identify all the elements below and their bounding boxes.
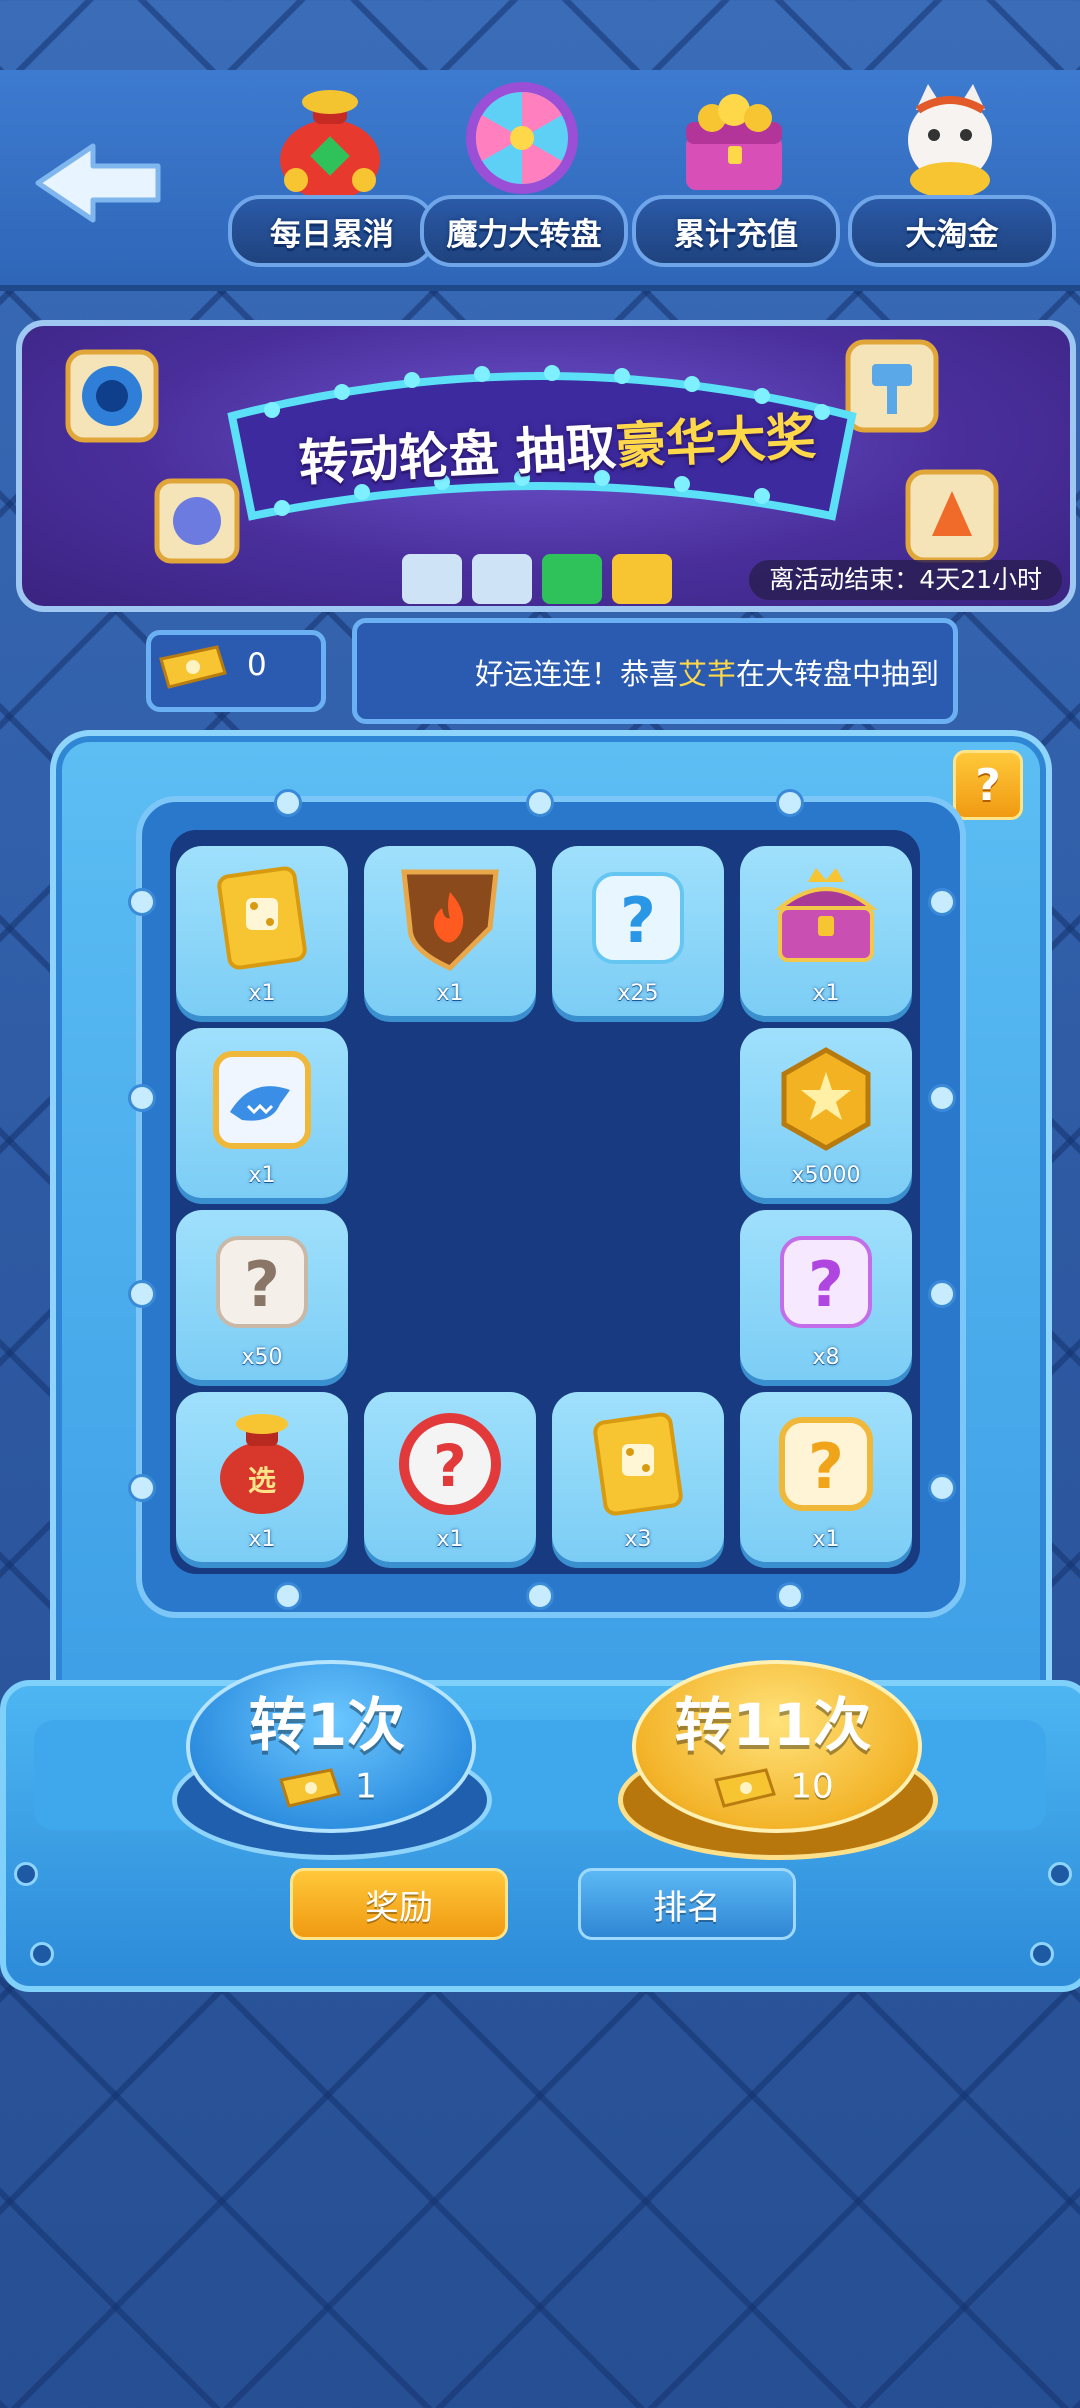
ticket-icon (159, 645, 227, 689)
nav-label: 魔力大转盘 (420, 195, 628, 267)
nav-label: 大淘金 (848, 195, 1056, 267)
prize-cell: x1 (364, 846, 536, 1016)
frame-light (128, 1474, 156, 1502)
frame-light (128, 888, 156, 916)
wheel-icon (466, 82, 578, 194)
prize-cell: 选 x1 (176, 1392, 348, 1562)
frame-light (928, 1280, 956, 1308)
top-nav-bar: 每日累消 魔力大转盘 累计充值 大淘金 (0, 70, 1080, 291)
ticket-icon (279, 1768, 342, 1808)
spin-once-cost: 1 (172, 1766, 482, 1810)
mystery-box-white-icon: ? (216, 1236, 308, 1328)
event-timer: 离活动结束：4天21小时 (749, 560, 1062, 600)
svg-text:选: 选 (248, 1464, 276, 1497)
frame-light (526, 789, 554, 817)
help-button[interactable]: ? (953, 750, 1023, 820)
ticket-icon (714, 1768, 777, 1808)
mystery-box-gold-icon: ? (779, 1417, 873, 1511)
treasure-chest-icon (686, 94, 782, 190)
prize-cell: ? x1 (740, 1392, 912, 1562)
screw (1048, 1862, 1072, 1886)
frame-light (928, 1474, 956, 1502)
frame-light (776, 1582, 804, 1610)
screw (30, 1942, 54, 1966)
prize-cell: x1 (176, 1028, 348, 1198)
frame-light (128, 1280, 156, 1308)
nav-label: 每日累消 (228, 195, 436, 267)
screw (14, 1862, 38, 1886)
prize-cell: ? x8 (740, 1210, 912, 1380)
back-button[interactable] (28, 128, 168, 238)
prize-cell: ? x1 (364, 1392, 536, 1562)
spin-once-button[interactable]: 转1次 1 (172, 1660, 492, 1860)
frame-light (274, 789, 302, 817)
svg-text:?: ? (433, 1432, 467, 1500)
back-arrow-icon (35, 143, 161, 223)
spin-eleven-button[interactable]: 转11次 10 (618, 1660, 938, 1860)
gold-coin-icon (781, 1047, 871, 1151)
screw (1030, 1942, 1054, 1966)
spin-eleven-cost: 10 (618, 1766, 928, 1810)
prize-cell: x3 (552, 1392, 724, 1562)
mystery-box-blue-icon: ? (592, 872, 684, 964)
frame-light (526, 1582, 554, 1610)
frame-light (274, 1582, 302, 1610)
banner-item-strip (402, 554, 672, 604)
ticket-counter: 0 (146, 630, 326, 712)
frame-light (928, 888, 956, 916)
svg-text:?: ? (808, 1248, 844, 1321)
mystery-box-purple-icon: ? (780, 1236, 872, 1328)
svg-text:?: ? (244, 1248, 280, 1321)
shark-card-icon (213, 1051, 311, 1149)
lucky-bag-icon: 选 (220, 1414, 304, 1514)
svg-text:?: ? (620, 884, 656, 957)
money-bag-icon (280, 90, 380, 200)
event-banner[interactable]: 转动轮盘 抽取豪华大奖 离活动结束：4天21小时 (16, 320, 1076, 612)
fox-card-icon (905, 469, 999, 563)
treasure-chest-icon (774, 868, 878, 962)
prize-cell: ? x50 (176, 1210, 348, 1380)
nav-label: 累计充值 (632, 195, 840, 267)
mystery-ball-red-icon: ? (399, 1413, 501, 1515)
frame-light (128, 1084, 156, 1112)
lucky-cat-icon (908, 84, 992, 198)
winner-marquee: 好运连连！恭喜艾芊在大转盘中抽到 (352, 618, 958, 724)
dice-card-icon (593, 1412, 683, 1516)
prize-cell: x1 (740, 846, 912, 1016)
dice-card-icon (217, 866, 307, 970)
ticket-count: 0 (247, 647, 267, 683)
spin-once-label: 转1次 (248, 1691, 406, 1759)
fire-shield-icon (401, 869, 499, 971)
swirl-card-icon (65, 349, 159, 443)
prize-cell: x5000 (740, 1028, 912, 1198)
rewards-button[interactable]: 奖励 (290, 1868, 508, 1940)
ranking-button[interactable]: 排名 (578, 1868, 796, 1940)
prize-cell: ? x25 (552, 846, 724, 1016)
svg-text:?: ? (808, 1430, 844, 1503)
marquee-message: 好运连连！恭喜艾芊在大转盘中抽到 (474, 657, 939, 691)
spin-eleven-label: 转11次 (674, 1691, 872, 1759)
prize-cell: x1 (176, 846, 348, 1016)
nav-total-recharge[interactable]: 累计充值 (632, 80, 840, 280)
nav-gold-rush[interactable]: 大淘金 (848, 80, 1056, 280)
frame-light (776, 789, 804, 817)
frame-light (928, 1084, 956, 1112)
nav-magic-wheel[interactable]: 魔力大转盘 (420, 80, 628, 280)
nav-daily-consume[interactable]: 每日累消 (228, 80, 436, 280)
